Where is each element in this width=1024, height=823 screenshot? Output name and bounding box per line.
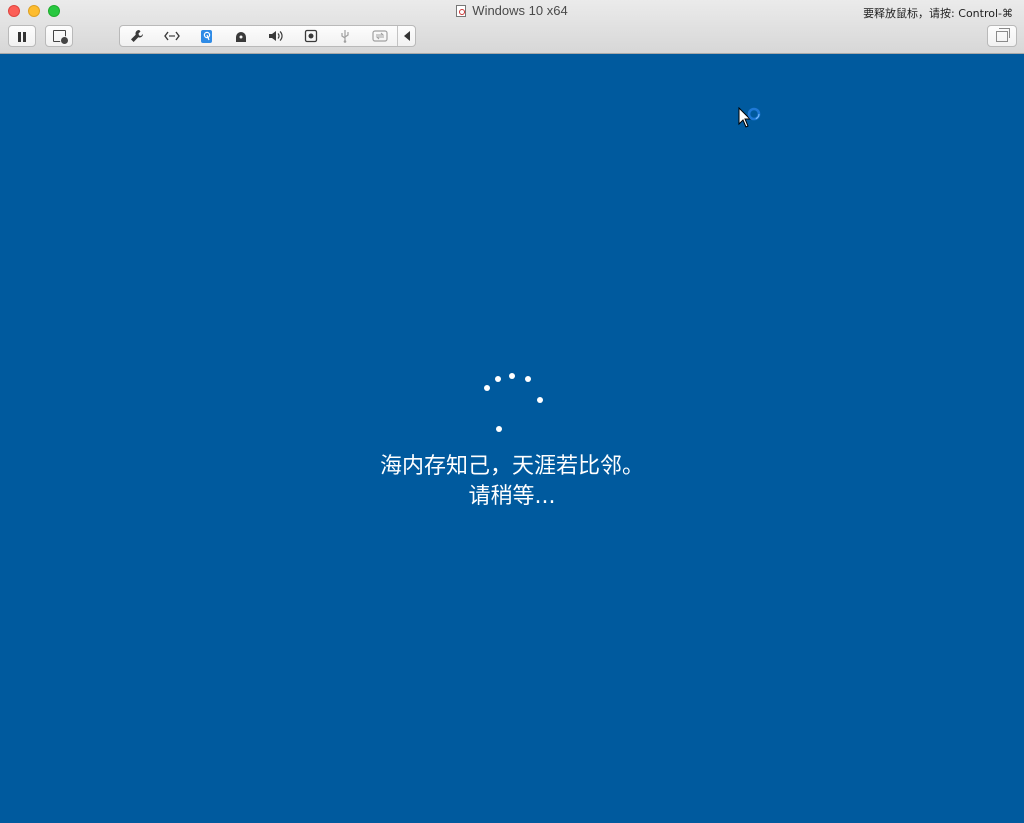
pause-icon [17,27,27,46]
snapshot-button[interactable] [45,25,73,47]
minimize-window-button[interactable] [28,5,40,17]
busy-cursor-icon [738,107,761,128]
pause-button[interactable] [8,25,36,47]
spinner-dot [496,426,502,432]
close-window-button[interactable] [8,5,20,17]
guest-screen[interactable]: 海内存知己，天涯若比邻。 请稍等... [0,54,1024,823]
network-icon[interactable] [155,26,190,46]
restore-window-icon [996,27,1010,42]
spinner-dot [537,397,543,403]
setup-message: 海内存知己，天涯若比邻。 [379,454,644,479]
snapshot-icon [52,30,69,45]
window-title-text: Windows 10 x64 [472,3,568,18]
device-toolbar [119,25,416,47]
spinner-dot [495,376,501,382]
sharing-icon[interactable] [362,26,397,46]
cd-dvd-icon[interactable] [224,26,259,46]
release-mouse-hint: 要释放鼠标，请按: Control-⌘ [863,7,1013,20]
harddisk-icon[interactable] [189,26,224,46]
restore-window-button[interactable] [987,25,1017,47]
spinner-dot [525,376,531,382]
spinner-dot [484,385,490,391]
sound-icon[interactable] [259,26,294,46]
camera-icon[interactable] [293,26,328,46]
usb-icon[interactable] [328,26,363,46]
please-wait-message: 请稍等... [468,484,556,509]
collapse-arrow-icon[interactable] [397,26,415,46]
title-bar: Windows 10 x64 要释放鼠标，请按: Control-⌘ [0,0,1024,54]
spinner-dot [509,373,515,379]
settings-wrench-icon[interactable] [120,26,155,46]
vm-window: Windows 10 x64 要释放鼠标，请按: Control-⌘ 海内存知己… [0,0,1024,823]
vm-document-icon [456,5,467,17]
fullscreen-window-button[interactable] [48,5,60,17]
